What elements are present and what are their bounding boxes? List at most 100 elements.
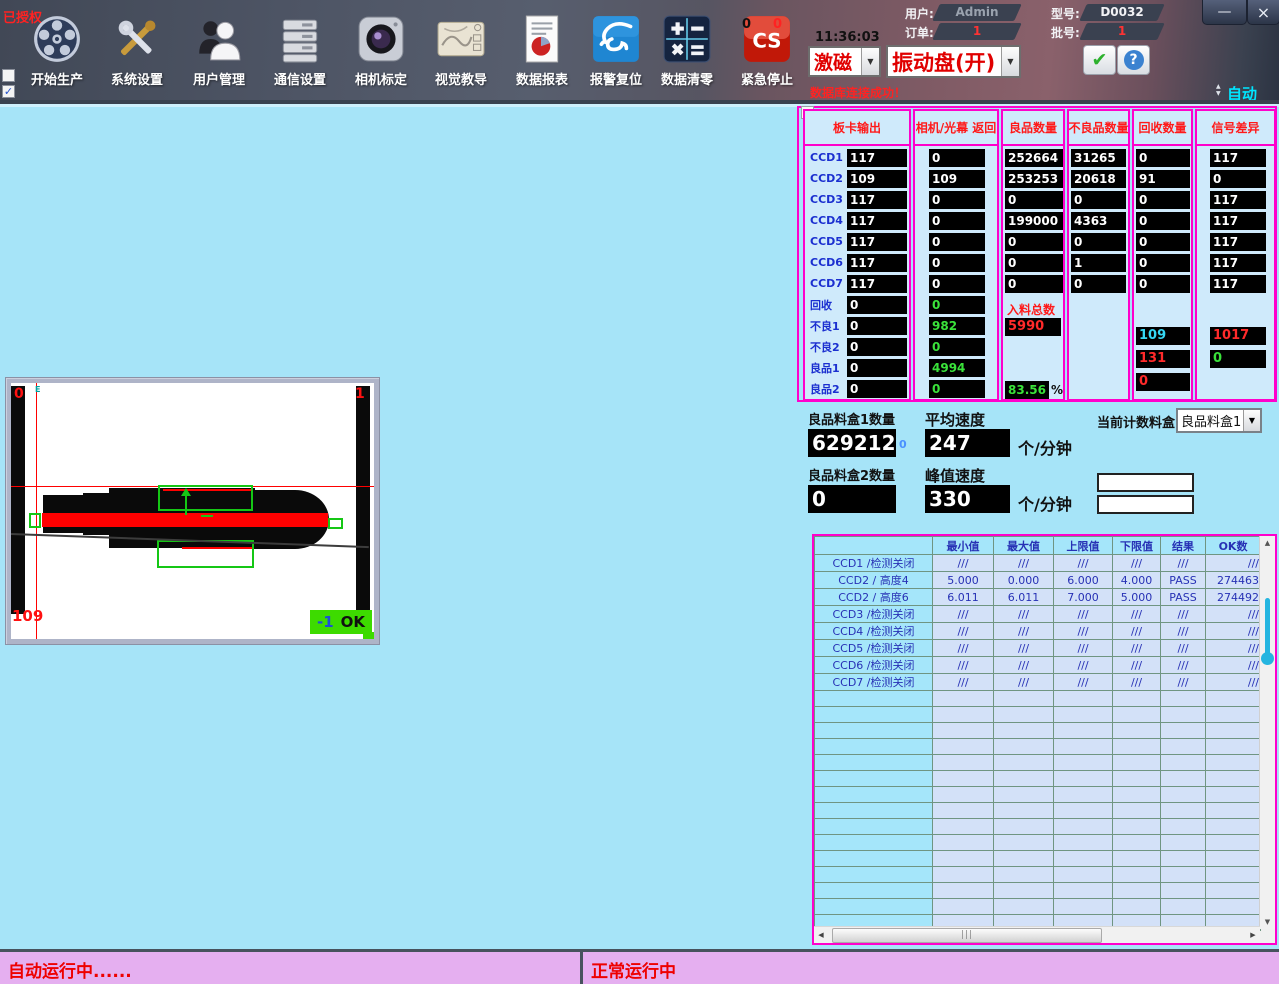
image-left-bar (11, 386, 25, 614)
stat-row: 良品1 0 (805, 357, 909, 378)
empty-cell (994, 867, 1054, 883)
order-value: 1 (936, 23, 1018, 40)
stat-row: 0 (1069, 273, 1128, 294)
stat-row: 1 (1069, 252, 1128, 273)
result-min: /// (933, 623, 994, 640)
empty-cell (1113, 691, 1161, 707)
emergency-stop-button[interactable]: CS 紧急停止 (728, 12, 806, 88)
scroll-left-icon[interactable]: ◀ (814, 927, 828, 943)
auto-spinner[interactable]: ▲▼ (1216, 83, 1221, 97)
stat-value-field: 0 (1005, 191, 1063, 209)
toolbar-checkbox-1[interactable] (2, 69, 15, 82)
chevron-down-icon[interactable]: ▼ (861, 48, 879, 75)
empty-cell (1206, 883, 1261, 899)
row-label: 良品1 (805, 360, 847, 376)
result-row[interactable]: CCD7 /检测关闭 /// /// /// /// /// /// (815, 674, 1261, 691)
results-header-min: 最小值 (933, 537, 994, 555)
stat-value-field: 4994 (929, 359, 985, 377)
result-status: /// (1161, 623, 1206, 640)
empty-cell (1206, 787, 1261, 803)
empty-cell (1161, 835, 1206, 851)
stats-column-good-count: 良品数量 252664 253253 0 199000 (1001, 109, 1065, 401)
alarm-reset-label: 报警复位 (577, 69, 655, 88)
data-report-button[interactable]: 数据报表 (503, 12, 581, 88)
wind-icon (591, 12, 641, 66)
camera-calibration-button[interactable]: 相机标定 (342, 12, 420, 88)
stat-row: 252664 (1003, 147, 1063, 168)
signal-extras: 1017 0 (1210, 327, 1266, 373)
stat-value-field: 117 (847, 212, 907, 230)
help-button[interactable]: ? (1117, 45, 1150, 75)
data-clear-button[interactable]: 数据清零 (648, 12, 726, 88)
result-row[interactable]: CCD1 /检测关闭 /// /// /// /// /// /// (815, 555, 1261, 572)
stat-row: 4994 (915, 357, 997, 378)
result-row[interactable]: CCD2 / 高度4 5.000 0.000 6.000 4.000 PASS … (815, 572, 1261, 589)
stat-value-field: 199000 (1005, 212, 1063, 230)
horizontal-scroll-thumb[interactable]: ||| (832, 928, 1102, 943)
result-row[interactable]: CCD3 /检测关闭 /// /// /// /// /// /// (815, 606, 1261, 623)
confirm-button[interactable]: ✔ (1083, 45, 1116, 75)
empty-cell (933, 723, 994, 739)
user-management-label: 用户管理 (180, 69, 258, 88)
input-box-1[interactable] (1097, 473, 1194, 492)
stat-row: 良品2 0 (805, 378, 909, 399)
vertical-scroll-thumb[interactable] (1265, 598, 1270, 660)
result-max: /// (994, 657, 1054, 674)
empty-cell (1161, 739, 1206, 755)
avg-speed-unit: 个/分钟 (1018, 435, 1072, 459)
scroll-right-icon[interactable]: ▶ (1246, 927, 1260, 943)
scroll-up-icon[interactable]: ▲ (1260, 536, 1275, 550)
result-row[interactable]: CCD2 / 高度6 6.011 6.011 7.000 5.000 PASS … (815, 589, 1261, 606)
toolbar-checkbox-2[interactable]: ✓ (2, 85, 15, 98)
stat-value-field: 0 (1005, 254, 1063, 272)
batch-field[interactable]: 1 (1083, 23, 1161, 40)
user-value: Admin (936, 4, 1018, 21)
user-management-button[interactable]: 用户管理 (180, 12, 258, 88)
model-field[interactable]: D0032 (1083, 4, 1161, 21)
system-settings-button[interactable]: 系统设置 (98, 12, 176, 88)
user-field[interactable]: Admin (936, 4, 1018, 21)
comm-settings-button[interactable]: 通信设置 (261, 12, 339, 88)
order-field[interactable]: 1 (936, 23, 1018, 40)
empty-cell (1054, 819, 1113, 835)
empty-cell (1161, 883, 1206, 899)
minimize-button[interactable]: — (1202, 0, 1247, 25)
result-lower: /// (1113, 657, 1161, 674)
empty-cell (1161, 755, 1206, 771)
emergency-stop-label: 紧急停止 (728, 69, 806, 88)
stat-value-field: 0 (1136, 275, 1190, 293)
stat-row: CCD5 117 (805, 231, 909, 252)
stat-value-field: 117 (1210, 233, 1266, 251)
stat-row: 0 (915, 189, 997, 210)
horizontal-scrollbar[interactable]: ◀ ||| ▶ (814, 926, 1260, 943)
chevron-down-icon[interactable]: ▼ (1001, 47, 1019, 76)
close-button[interactable]: × (1247, 0, 1279, 25)
chevron-down-icon[interactable]: ▼ (1243, 410, 1260, 431)
camera-image[interactable]: 0 1 109 E -1 OK (11, 383, 374, 639)
result-row[interactable]: CCD5 /检测关闭 /// /// /// /// /// /// (815, 640, 1261, 657)
avg-speed-value: 247 (925, 429, 1010, 457)
result-row[interactable]: CCD4 /检测关闭 /// /// /// /// /// /// (815, 623, 1261, 640)
current-box-dropdown[interactable]: 良品料盒1 ▼ (1176, 408, 1262, 433)
avg-speed-label: 平均速度 (925, 409, 985, 430)
stat-row: 0 (1197, 168, 1274, 189)
start-production-button[interactable]: 开始生产 (18, 12, 96, 88)
good-box1-sub: 0 (899, 438, 907, 451)
vision-teaching-button[interactable]: 视觉教导 (422, 12, 500, 88)
empty-cell (815, 803, 933, 819)
scroll-down-icon[interactable]: ▼ (1260, 915, 1275, 929)
input-box-2[interactable] (1097, 495, 1194, 514)
alarm-reset-button[interactable]: 报警复位 (577, 12, 655, 88)
excite-combo[interactable]: 激磁 ▼ (808, 46, 881, 77)
result-row[interactable]: CCD6 /检测关闭 /// /// /// /// /// /// (815, 657, 1261, 674)
empty-cell (815, 899, 933, 915)
vibration-combo[interactable]: 振动盘(开) ▼ (886, 45, 1021, 78)
recycle-extra-field: 0 (1136, 373, 1190, 391)
empty-cell (1206, 803, 1261, 819)
result-lower: /// (1113, 555, 1161, 572)
vertical-scroll-thumb-ball[interactable] (1261, 652, 1274, 665)
empty-cell (1054, 787, 1113, 803)
stat-value-field: 0 (1210, 170, 1266, 188)
empty-cell (1113, 867, 1161, 883)
vertical-scrollbar[interactable]: ▲ ▼ (1259, 536, 1275, 929)
